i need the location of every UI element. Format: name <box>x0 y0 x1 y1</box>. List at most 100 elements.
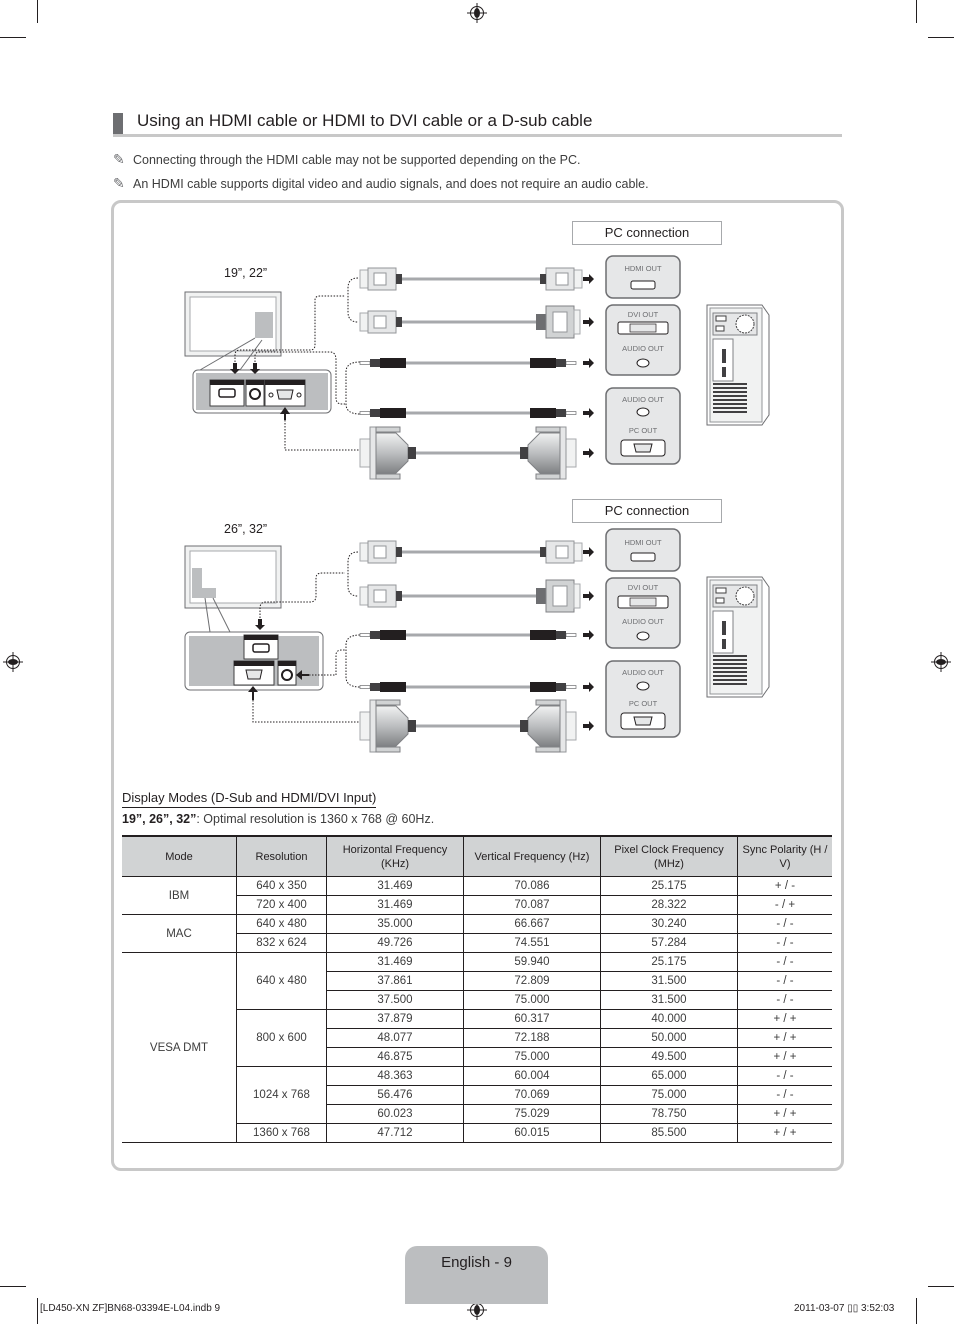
connection-diagrams <box>184 255 770 753</box>
resolution-cell: 800 x 600 <box>236 1009 327 1067</box>
col-pixel-clock: Pixel Clock Frequency (MHz) <box>600 835 738 877</box>
pc-port-group-hdmi: HDMI OUT <box>606 529 680 571</box>
resolution-cell: 640 x 480 <box>236 952 327 1010</box>
vertical-frequency-cell: 74.551 <box>463 933 601 953</box>
pixel-clock-cell: 85.500 <box>600 1123 738 1143</box>
pixel-clock-cell: 25.175 <box>600 952 738 972</box>
subtitle-text: : Optimal resolution is 1360 x 768 @ 60H… <box>196 812 435 826</box>
horizontal-frequency-cell: 37.879 <box>326 1009 464 1029</box>
sync-polarity-cell: - / + <box>737 895 832 915</box>
horizontal-frequency-cell: 37.500 <box>326 990 464 1010</box>
hdmi-out-label: HDMI OUT <box>624 264 662 273</box>
horizontal-frequency-cell: 60.023 <box>326 1104 464 1124</box>
horizontal-frequency-cell: 35.000 <box>326 914 464 934</box>
sync-polarity-cell: - / - <box>737 914 832 934</box>
pc-out-label: PC OUT <box>628 699 658 708</box>
col-horizontal-frequency: Horizontal Frequency (KHz) <box>326 835 464 877</box>
sync-polarity-cell: - / - <box>737 952 832 972</box>
sync-polarity-cell: + / + <box>737 1104 832 1124</box>
col-mode: Mode <box>122 835 237 877</box>
pc-out-label: PC OUT <box>628 426 658 435</box>
pixel-clock-cell: 57.284 <box>600 933 738 953</box>
sync-polarity-cell: - / - <box>737 971 832 991</box>
crop-mark <box>37 1298 38 1324</box>
print-timestamp: 2011-03-07 ▯▯ 3:52:03 <box>794 1303 895 1314</box>
vertical-frequency-cell: 75.029 <box>463 1104 601 1124</box>
vertical-frequency-cell: 60.015 <box>463 1123 601 1143</box>
page-number-tab: English - 9 <box>405 1246 548 1304</box>
audio-out-label: AUDIO OUT <box>622 395 664 404</box>
vertical-frequency-cell: 75.000 <box>463 990 601 1010</box>
pixel-clock-cell: 50.000 <box>600 1028 738 1048</box>
col-sync-polarity: Sync Polarity (H / V) <box>737 835 832 877</box>
sync-polarity-cell: + / + <box>737 1009 832 1029</box>
table-header-row: Mode Resolution Horizontal Frequency (KH… <box>122 835 832 877</box>
vertical-frequency-cell: 72.809 <box>463 971 601 991</box>
pixel-clock-cell: 30.240 <box>600 914 738 934</box>
pixel-clock-cell: 25.175 <box>600 876 738 896</box>
sync-polarity-cell: - / - <box>737 1066 832 1086</box>
mode-cell: IBM <box>122 876 237 915</box>
horizontal-frequency-cell: 47.712 <box>326 1123 464 1143</box>
resolution-cell: 640 x 480 <box>236 914 327 934</box>
sync-polarity-cell: - / - <box>737 990 832 1010</box>
table-body: IBM 640 x 350 31.469 70.086 25.175 + / -720 x… <box>122 876 832 1143</box>
display-modes-title: Display Modes (D-Sub and HDMI/DVI Input) <box>122 790 377 808</box>
vertical-frequency-cell: 60.004 <box>463 1066 601 1086</box>
sync-polarity-cell: + / - <box>737 876 832 896</box>
mode-cell: VESA DMT <box>122 952 237 1143</box>
pixel-clock-cell: 31.500 <box>600 971 738 991</box>
horizontal-frequency-cell: 46.875 <box>326 1047 464 1067</box>
horizontal-frequency-cell: 31.469 <box>326 952 464 972</box>
vertical-frequency-cell: 60.317 <box>463 1009 601 1029</box>
horizontal-frequency-cell: 48.077 <box>326 1028 464 1048</box>
sync-polarity-cell: + / + <box>737 1123 832 1143</box>
horizontal-frequency-cell: 37.861 <box>326 971 464 991</box>
file-info: [LD450-XN ZF]BN68-03394E-L04.indb 9 <box>40 1303 221 1314</box>
vertical-frequency-cell: 70.086 <box>463 876 601 896</box>
mode-cell: MAC <box>122 914 237 953</box>
horizontal-frequency-cell: 56.476 <box>326 1085 464 1105</box>
sync-polarity-cell: - / - <box>737 933 832 953</box>
audio-out-label: AUDIO OUT <box>622 344 664 353</box>
horizontal-frequency-cell: 49.726 <box>326 933 464 953</box>
table-row: MAC 640 x 480 35.000 66.667 30.240- / - <box>122 914 832 953</box>
display-modes-table: Mode Resolution Horizontal Frequency (KH… <box>122 835 832 1143</box>
vertical-frequency-cell: 70.069 <box>463 1085 601 1105</box>
col-resolution: Resolution <box>236 835 327 877</box>
pc-port-group-pc: AUDIO OUT PC OUT <box>606 661 680 737</box>
vertical-frequency-cell: 75.000 <box>463 1047 601 1067</box>
horizontal-frequency-cell: 31.469 <box>326 895 464 915</box>
resolution-cell: 832 x 624 <box>236 933 327 953</box>
dvi-out-label: DVI OUT <box>627 310 659 319</box>
col-vertical-frequency: Vertical Frequency (Hz) <box>463 835 601 877</box>
resolution-cell: 720 x 400 <box>236 895 327 915</box>
horizontal-frequency-cell: 31.469 <box>326 876 464 896</box>
resolution-cell: 1024 x 768 <box>236 1066 327 1124</box>
pc-port-group-dvi: DVI OUT AUDIO OUT <box>606 305 680 375</box>
sync-polarity-cell: - / - <box>737 1085 832 1105</box>
hdmi-out-label: HDMI OUT <box>624 538 662 547</box>
audio-out-label: AUDIO OUT <box>622 668 664 677</box>
dvi-out-label: DVI OUT <box>627 583 659 592</box>
pc-port-group-hdmi: HDMI OUT <box>606 256 680 298</box>
pixel-clock-cell: 40.000 <box>600 1009 738 1029</box>
vertical-frequency-cell: 66.667 <box>463 914 601 934</box>
resolution-cell: 1360 x 768 <box>236 1123 327 1143</box>
sync-polarity-cell: + / + <box>737 1028 832 1048</box>
pixel-clock-cell: 49.500 <box>600 1047 738 1067</box>
resolution-cell: 640 x 350 <box>236 876 327 896</box>
table-row: VESA DMT 640 x 480 31.469 59.940 25.175- / - <box>122 952 832 1143</box>
subtitle-sizes: 19”, 26”, 32” <box>122 812 197 826</box>
pixel-clock-cell: 65.000 <box>600 1066 738 1086</box>
crop-mark <box>916 1298 917 1324</box>
table-row: IBM 640 x 350 31.469 70.086 25.175 + / - <box>122 876 832 915</box>
sync-polarity-cell: + / + <box>737 1047 832 1067</box>
vertical-frequency-cell: 59.940 <box>463 952 601 972</box>
pc-port-group-dvi: DVI OUT AUDIO OUT <box>606 578 680 648</box>
display-modes-subtitle: 19”, 26”, 32”: Optimal resolution is 136… <box>122 812 434 826</box>
pixel-clock-cell: 75.000 <box>600 1085 738 1105</box>
audio-out-label: AUDIO OUT <box>622 617 664 626</box>
pixel-clock-cell: 31.500 <box>600 990 738 1010</box>
pc-port-group-pc: AUDIO OUT PC OUT <box>606 388 680 464</box>
